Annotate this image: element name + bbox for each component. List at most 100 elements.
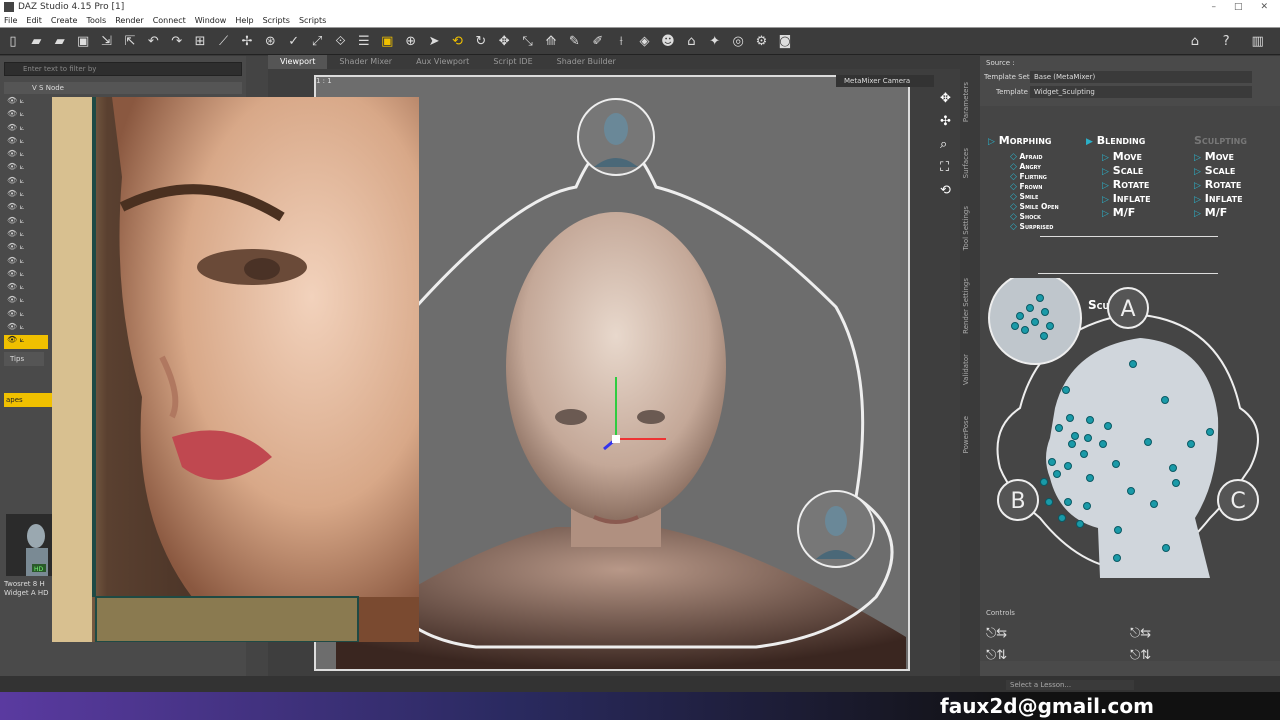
zoom-icon[interactable]: ⌕: [940, 137, 956, 152]
maximize-icon[interactable]: □: [1234, 2, 1243, 12]
scale-icon[interactable]: ⤡: [519, 32, 537, 50]
redo-icon[interactable]: ↷: [168, 32, 186, 50]
tab-script-ide[interactable]: Script IDE: [481, 55, 544, 69]
sculpt-mf[interactable]: ▷ M/F: [1194, 206, 1227, 219]
morph-surprised[interactable]: ◇ Surprised: [1010, 222, 1053, 233]
open-folder-icon[interactable]: ▰: [27, 32, 45, 50]
measure-icon[interactable]: ⟊: [612, 32, 630, 50]
zone-c-label[interactable]: C: [1230, 489, 1245, 514]
tab-aux-viewport[interactable]: Aux Viewport: [404, 55, 481, 69]
universal-tool-icon[interactable]: ⊕: [402, 32, 420, 50]
tab-render-settings[interactable]: Render Settings: [962, 278, 970, 334]
blend-rotate[interactable]: ▷ Rotate: [1102, 178, 1149, 191]
template-set-select[interactable]: Base (MetaMixer): [1030, 71, 1252, 83]
export-icon[interactable]: ⇱: [121, 32, 139, 50]
control-right-pin-icon[interactable]: ⎋⇅: [1130, 648, 1151, 663]
template-select[interactable]: Widget_Sculpting: [1030, 86, 1252, 98]
figure-icon[interactable]: ☻: [659, 32, 677, 50]
tab-tips[interactable]: Tips: [4, 352, 44, 366]
blending-header[interactable]: ▶ Blending: [1086, 134, 1145, 147]
menu-scripts[interactable]: Scripts: [263, 16, 290, 25]
list-icon[interactable]: ☰: [355, 32, 373, 50]
transform-icon[interactable]: ⟰: [542, 32, 560, 50]
menu-file[interactable]: File: [4, 16, 17, 25]
close-icon[interactable]: ✕: [1260, 2, 1268, 12]
head-control-map[interactable]: A B C: [980, 278, 1280, 598]
frame-icon[interactable]: ⛶: [940, 160, 956, 175]
visibility-toggle[interactable]: 👁 ⟀: [4, 282, 48, 295]
visibility-toggle[interactable]: 👁 ⟀: [4, 216, 48, 229]
blend-scale[interactable]: ▷ Scale: [1102, 164, 1143, 177]
visibility-toggle[interactable]: 👁 ⟀: [4, 295, 48, 308]
zone-b-label[interactable]: B: [1010, 489, 1025, 514]
tab-shader-builder[interactable]: Shader Builder: [545, 55, 628, 69]
menu-window[interactable]: Window: [195, 16, 227, 25]
visibility-toggle-selected[interactable]: 👁 ⟀: [4, 335, 48, 349]
morphing-header[interactable]: ▷ Morphing: [988, 134, 1051, 147]
menu-edit[interactable]: Edit: [26, 16, 42, 25]
visibility-toggle[interactable]: 👁 ⟀: [4, 256, 48, 269]
control-left-toggle-icon[interactable]: ⎋⇆: [986, 626, 1007, 641]
active-tool-icon[interactable]: ▣: [378, 32, 396, 50]
lesson-select[interactable]: Select a Lesson...: [1006, 680, 1134, 690]
visibility-toggle[interactable]: 👁 ⟀: [4, 109, 48, 122]
sculpt-scale[interactable]: ▷ Scale: [1194, 164, 1235, 177]
menu-tools[interactable]: Tools: [86, 16, 106, 25]
help-icon[interactable]: ?: [1217, 32, 1235, 50]
tab-shader-mixer[interactable]: Shader Mixer: [327, 55, 404, 69]
visibility-toggle[interactable]: 👁 ⟀: [4, 96, 48, 109]
orbit-icon[interactable]: ✥: [940, 91, 956, 106]
new-file-icon[interactable]: ▯: [4, 32, 22, 50]
menu-connect[interactable]: Connect: [153, 16, 186, 25]
visibility-toggle[interactable]: 👁 ⟀: [4, 322, 48, 335]
merge-icon[interactable]: ▰: [51, 32, 69, 50]
visibility-toggle[interactable]: 👁 ⟀: [4, 123, 48, 136]
menu-help[interactable]: Help: [235, 16, 253, 25]
joint-icon[interactable]: ✓: [285, 32, 303, 50]
visibility-toggle[interactable]: 👁 ⟀: [4, 269, 48, 282]
visibility-toggle[interactable]: 👁 ⟀: [4, 176, 48, 189]
sculpting-header[interactable]: Sculpting: [1194, 134, 1247, 147]
minimize-icon[interactable]: –: [1211, 2, 1216, 12]
widget-thumbnail[interactable]: HD: [6, 514, 54, 576]
pin-icon[interactable]: ⤢: [308, 32, 326, 50]
surface-icon[interactable]: ◈: [636, 32, 654, 50]
sculpt-inflate[interactable]: ▷ Inflate: [1194, 192, 1243, 205]
control-right-toggle-icon[interactable]: ⎋⇆: [1130, 626, 1151, 641]
node-icon[interactable]: ⟐: [331, 32, 349, 50]
geometry-icon[interactable]: ⊛: [261, 32, 279, 50]
layout-icon[interactable]: ▥: [1249, 32, 1267, 50]
blend-mf[interactable]: ▷ M/F: [1102, 206, 1135, 219]
menu-scripts-2[interactable]: Scripts: [299, 16, 326, 25]
pan-icon[interactable]: ✣: [940, 114, 956, 129]
camera-icon[interactable]: ⌂: [682, 32, 700, 50]
visibility-toggle[interactable]: 👁 ⟀: [4, 189, 48, 202]
import-icon[interactable]: ⇲: [98, 32, 116, 50]
menu-render[interactable]: Render: [115, 16, 143, 25]
translate-icon[interactable]: ✥: [495, 32, 513, 50]
render-icon[interactable]: ◙: [776, 32, 794, 50]
menu-create[interactable]: Create: [51, 16, 78, 25]
sculpt-icon[interactable]: ✐: [589, 32, 607, 50]
visibility-toggle[interactable]: 👁 ⟀: [4, 242, 48, 255]
rotate-icon[interactable]: ↻: [472, 32, 490, 50]
blend-inflate[interactable]: ▷ Inflate: [1102, 192, 1151, 205]
visibility-toggle[interactable]: 👁 ⟀: [4, 202, 48, 215]
tab-powerpose[interactable]: PowerPose: [962, 416, 970, 453]
tab-viewport[interactable]: Viewport: [268, 55, 328, 69]
tab-parameters[interactable]: Parameters: [962, 82, 970, 122]
zone-a-label[interactable]: A: [1120, 297, 1135, 322]
spot-render-icon[interactable]: ⟋: [215, 32, 233, 50]
surface-select-icon[interactable]: ✢: [238, 32, 256, 50]
geometry-editor-icon[interactable]: ✎: [565, 32, 583, 50]
light-icon[interactable]: ✦: [706, 32, 724, 50]
camera-select[interactable]: MetaMixer Camera: [836, 75, 934, 87]
save-icon[interactable]: ▣: [74, 32, 92, 50]
home-icon[interactable]: ⌂: [1186, 32, 1204, 50]
tab-surfaces[interactable]: Surfaces: [962, 148, 970, 178]
fabric-icon[interactable]: ◎: [729, 32, 747, 50]
visibility-toggle[interactable]: 👁 ⟀: [4, 309, 48, 322]
visibility-toggle[interactable]: 👁 ⟀: [4, 149, 48, 162]
tab-tool-settings[interactable]: Tool Settings: [962, 206, 970, 251]
tab-validator[interactable]: Validator: [962, 354, 970, 385]
